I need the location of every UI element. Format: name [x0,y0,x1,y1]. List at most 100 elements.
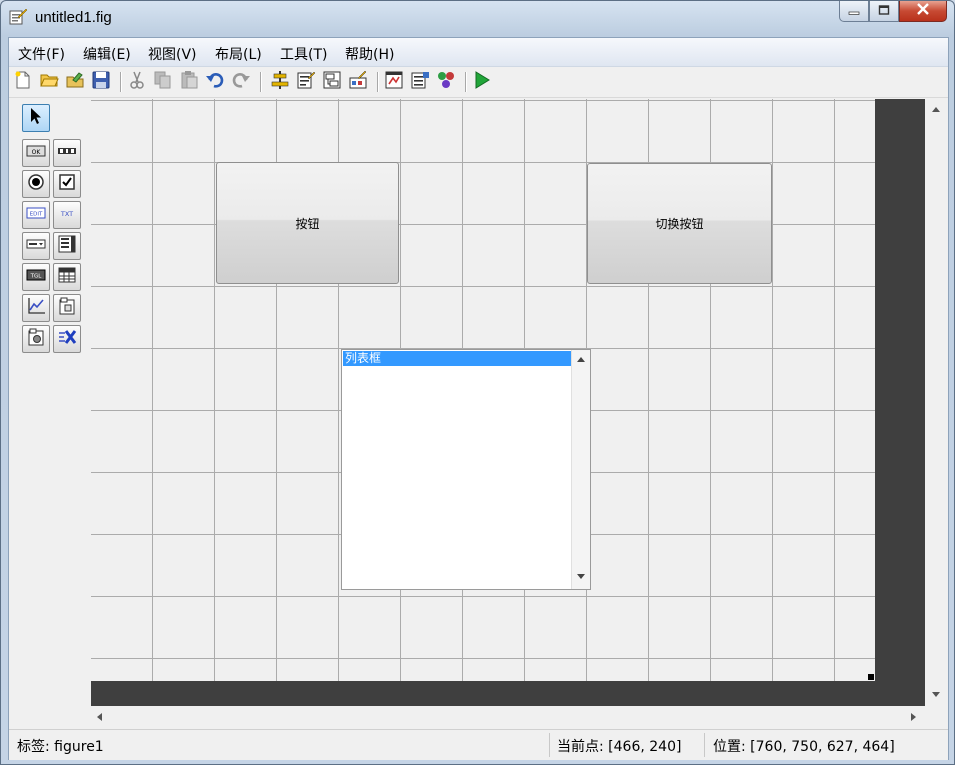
canvas-toggle-button[interactable]: 切换按钮 [587,163,772,284]
menu-editor-button[interactable] [295,71,317,93]
property-inspector-icon [410,70,430,94]
push-button-icon: OK [26,141,46,165]
activex-icon [57,327,77,351]
property-inspector-button[interactable] [409,71,431,93]
status-divider [549,733,550,757]
vertical-scrollbar[interactable] [925,99,947,706]
align-objects-button[interactable] [269,71,291,93]
palette-popup-menu[interactable] [22,232,50,260]
scroll-right-icon[interactable] [911,713,916,721]
paste-button[interactable] [178,71,200,93]
menu-bar: 文件(F) 编辑(E) 视图(V) 布局(L) 工具(T) 帮助(H) [9,38,948,67]
radio-button-icon [26,172,46,196]
editor-icon [384,70,404,94]
svg-text:OK: OK [32,149,42,156]
listbox-scrollbar[interactable] [571,350,590,589]
layout-area[interactable]: 按钮 切换按钮 列表框 [91,99,925,706]
minimize-button[interactable] [839,1,869,22]
palette-checkbox[interactable] [53,170,81,198]
guide-window: untitled1.fig 文件(F) 编辑(E) 视图(V) 布局(L) 工具… [0,0,955,765]
svg-text:TGL: TGL [30,274,43,280]
palette-edit-text[interactable]: EDIT [22,201,50,229]
palette-axes[interactable] [22,294,50,322]
maximize-icon [878,4,890,19]
toolbar-separator [120,72,122,92]
menu-edit[interactable]: 编辑(E) [83,44,131,64]
scroll-up-icon[interactable] [577,357,585,362]
status-position: 位置: [760, 750, 627, 464] [713,739,895,755]
horizontal-scrollbar[interactable] [91,706,925,728]
toolbar-editor-button[interactable] [347,70,369,93]
palette-select-tool[interactable] [22,104,50,132]
maximize-button[interactable] [869,1,899,22]
open-recent-button[interactable] [64,71,86,93]
menu-tools[interactable]: 工具(T) [280,44,327,64]
toolbar-separator [465,72,467,92]
open-button[interactable] [38,71,60,93]
svg-text:TXT: TXT [60,210,73,218]
palette-push-button[interactable]: OK [22,139,50,167]
toggle-button-icon: TGL [26,265,46,289]
guide-app-icon [9,8,28,26]
toggle-button-label: 切换按钮 [655,217,704,231]
popup-menu-icon [26,234,46,258]
canvas-push-button[interactable]: 按钮 [216,162,399,284]
object-browser-button[interactable] [435,71,457,93]
scroll-up-icon[interactable] [932,107,940,112]
close-icon [916,3,930,19]
palette-activex[interactable] [53,325,81,353]
palette-toggle-button[interactable]: TGL [22,263,50,291]
panel-icon [57,296,77,320]
status-current-point: 当前点: [466, 240] [557,739,682,755]
axes-icon [26,296,46,320]
paste-icon [179,70,199,94]
redo-icon [231,70,251,94]
tab-order-icon [322,70,342,94]
pointer-icon [26,106,46,130]
figure-resize-handle[interactable] [868,674,874,680]
save-button[interactable] [90,71,112,93]
run-icon [472,70,492,94]
menu-help[interactable]: 帮助(H) [345,44,394,64]
undo-button[interactable] [204,71,226,93]
cut-icon [127,70,147,94]
align-icon [270,70,290,94]
canvas-listbox[interactable]: 列表框 [341,349,591,590]
tab-order-button[interactable] [321,71,343,93]
redo-button[interactable] [230,71,252,93]
menu-file[interactable]: 文件(F) [18,44,65,64]
palette-listbox[interactable] [53,232,81,260]
menu-layout[interactable]: 布局(L) [215,44,262,64]
new-button[interactable] [12,71,34,93]
table-icon [57,265,77,289]
scroll-left-icon[interactable] [97,713,102,721]
scroll-down-icon[interactable] [577,574,585,579]
menu-view[interactable]: 视图(V) [148,44,197,64]
object-browser-icon [436,70,456,94]
close-button[interactable] [899,1,947,22]
toolbar [9,67,948,98]
minimize-icon [848,4,860,19]
palette-table[interactable] [53,263,81,291]
editor-button[interactable] [383,71,405,93]
window-title: untitled1.fig [35,9,112,26]
copy-button[interactable] [152,71,174,93]
cut-button[interactable] [126,71,148,93]
palette-button-group[interactable] [22,325,50,353]
title-bar[interactable]: untitled1.fig [1,1,954,35]
palette-radio-button[interactable] [22,170,50,198]
figure-canvas[interactable]: 按钮 切换按钮 列表框 [91,99,875,681]
list-item[interactable]: 列表框 [343,351,571,366]
slider-icon [57,141,77,165]
scroll-down-icon[interactable] [932,692,940,697]
new-file-icon [13,70,33,94]
palette-static-text[interactable]: TXT [53,201,81,229]
edit-text-icon: EDIT [26,203,46,227]
undo-icon [205,70,225,94]
run-button[interactable] [471,71,493,93]
palette-panel[interactable] [53,294,81,322]
palette-slider[interactable] [53,139,81,167]
static-text-icon: TXT [57,203,77,227]
component-palette: OK EDIT TXT TGL [9,98,89,728]
button-group-icon [26,327,46,351]
